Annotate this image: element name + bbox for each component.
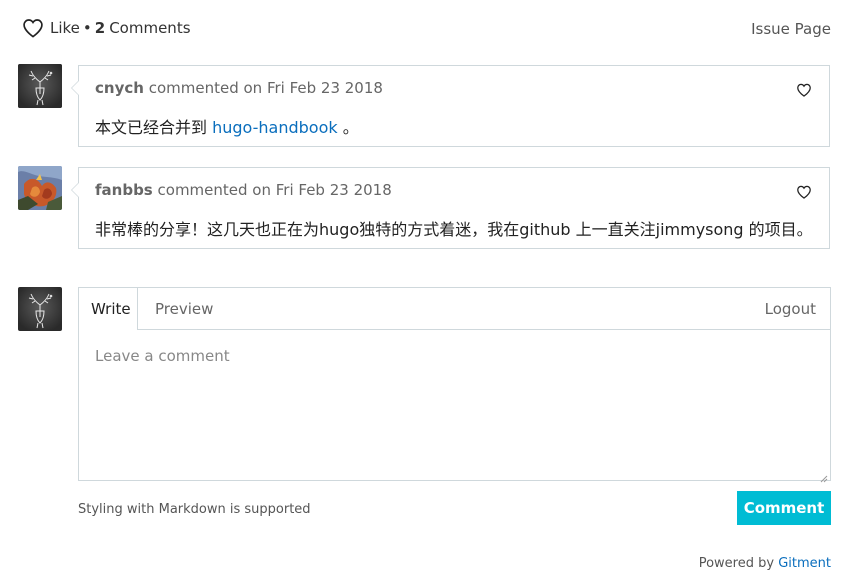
comment-body: 非常棒的分享！这几天也正在为hugo独特的方式着迷，我在github 上一直关注… [95,220,813,239]
avatar[interactable] [18,64,62,108]
comment-date: commented on Fri Feb 23 2018 [157,181,392,199]
tab-write[interactable]: Write [79,288,138,330]
comment-meta: cnych commented on Fri Feb 23 2018 [95,79,383,97]
comments-header: Like • 2 Comments Issue Page [0,0,850,60]
avatar [18,287,62,331]
like-label[interactable]: Like [50,19,80,37]
heart-icon[interactable] [22,18,44,38]
comment-text-suffix: 。 [342,118,359,137]
comment-editor: Write Preview Logout [78,287,831,483]
hugo-handbook-link[interactable]: hugo-handbook [212,118,338,137]
comment-text: 本文已经合并到 [95,118,208,137]
avatar[interactable] [18,166,62,210]
comment-meta: fanbbs commented on Fri Feb 23 2018 [95,181,392,199]
comment-body: 本文已经合并到 hugo-handbook 。 [95,114,359,138]
markdown-note: Styling with Markdown is supported [78,502,311,517]
heart-icon[interactable] [796,82,812,101]
comment-count: 2 [94,19,106,37]
tab-preview[interactable]: Preview [143,288,225,330]
powered-by-label: Powered by [698,556,775,571]
like-control[interactable]: Like • 2 Comments [22,18,191,38]
gitment-link[interactable]: Gitment [778,556,831,571]
comment-textarea[interactable] [79,330,830,480]
comments-label: Comments [109,19,191,37]
comment-author[interactable]: cnych [95,79,144,97]
issue-page-link[interactable]: Issue Page [751,20,831,38]
comment-button[interactable]: Comment [737,491,831,525]
heart-icon[interactable] [796,184,812,203]
editor-tabs: Write Preview Logout [79,288,830,330]
comment-date: commented on Fri Feb 23 2018 [148,79,383,97]
powered-by: Powered by Gitment [699,556,831,571]
comment-card: fanbbs commented on Fri Feb 23 2018 非常棒的… [71,167,830,249]
comment-card: cnych commented on Fri Feb 23 2018 本文已经合… [71,65,830,147]
separator-dot: • [82,19,92,37]
logout-link[interactable]: Logout [753,288,828,330]
resize-handle-icon[interactable] [818,468,828,483]
comment-author[interactable]: fanbbs [95,181,153,199]
